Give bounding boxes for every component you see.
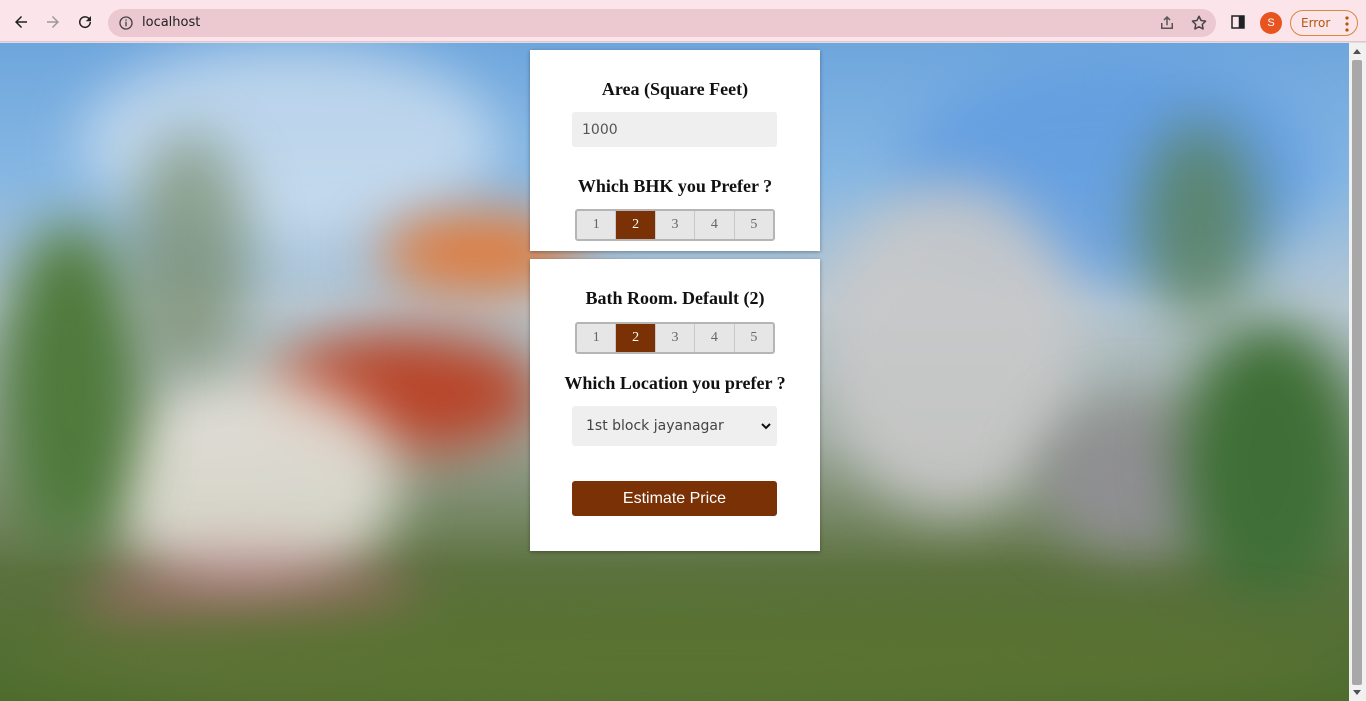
bath-option-4[interactable]: 4: [695, 324, 735, 352]
location-select[interactable]: 1st block jayanagar: [572, 406, 777, 446]
star-icon[interactable]: [1190, 14, 1208, 32]
scroll-up-arrow-icon[interactable]: [1353, 49, 1361, 54]
bath-label: Bath Room. Default (2): [585, 288, 765, 308]
location-label: Which Location you prefer ?: [564, 373, 786, 393]
estimate-price-button[interactable]: Estimate Price: [572, 481, 777, 516]
profile-avatar[interactable]: S: [1260, 12, 1282, 34]
browser-toolbar: localhost S Error: [0, 0, 1366, 42]
more-vert-icon: [1345, 16, 1349, 32]
address-bar[interactable]: localhost: [108, 9, 1216, 37]
bhk-selector: 1 2 3 4 5: [575, 209, 775, 241]
back-arrow-icon[interactable]: [8, 9, 34, 35]
bath-location-card: Bath Room. Default (2) 1 2 3 4 5 Which L…: [530, 259, 820, 551]
bhk-option-5[interactable]: 5: [735, 211, 773, 239]
bath-option-5[interactable]: 5: [735, 324, 773, 352]
bhk-option-4[interactable]: 4: [695, 211, 735, 239]
error-button[interactable]: Error: [1290, 10, 1358, 36]
info-icon[interactable]: [118, 15, 134, 31]
share-icon[interactable]: [1158, 14, 1176, 32]
bath-option-2[interactable]: 2: [616, 324, 656, 352]
area-label: Area (Square Feet): [601, 79, 749, 99]
vertical-scrollbar[interactable]: [1349, 43, 1366, 701]
bhk-option-1[interactable]: 1: [577, 211, 617, 239]
url-text[interactable]: localhost: [142, 15, 200, 30]
reload-icon[interactable]: [72, 9, 98, 35]
scroll-thumb[interactable]: [1352, 60, 1362, 685]
bath-option-1[interactable]: 1: [577, 324, 617, 352]
bhk-option-3[interactable]: 3: [656, 211, 696, 239]
area-bhk-card: Area (Square Feet) Which BHK you Prefer …: [530, 50, 820, 251]
area-input[interactable]: [572, 112, 777, 147]
location-selected-value: 1st block jayanagar: [586, 418, 724, 434]
side-panel-icon[interactable]: [1225, 9, 1251, 35]
bath-selector: 1 2 3 4 5: [575, 322, 775, 354]
chevron-down-icon: [761, 423, 771, 430]
bath-option-3[interactable]: 3: [656, 324, 696, 352]
bhk-label: Which BHK you Prefer ?: [577, 176, 773, 196]
error-label: Error: [1301, 16, 1331, 30]
forward-arrow-icon[interactable]: [40, 9, 66, 35]
bhk-option-2[interactable]: 2: [616, 211, 656, 239]
scroll-down-arrow-icon[interactable]: [1353, 690, 1361, 695]
